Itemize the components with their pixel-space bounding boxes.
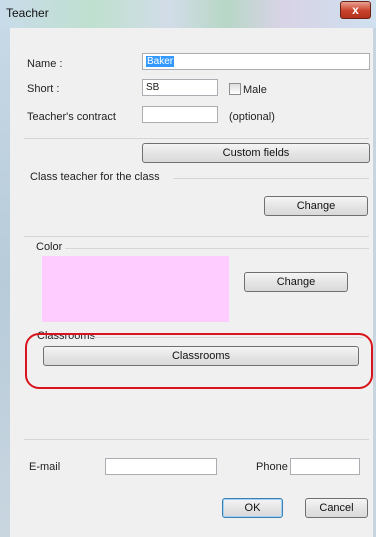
phone-label: Phone (256, 461, 288, 473)
class-teacher-title: Class teacher for the class (30, 171, 160, 183)
custom-fields-button[interactable]: Custom fields (142, 143, 370, 163)
color-change-button[interactable]: Change (244, 272, 348, 292)
contract-label: Teacher's contract (27, 111, 116, 123)
name-value: Baker (146, 56, 175, 67)
ok-button[interactable]: OK (222, 498, 283, 518)
dialog-body: Name : Baker Short : SB Male Teacher's c… (10, 28, 373, 537)
group-line (173, 178, 369, 179)
email-label: E-mail (29, 461, 61, 473)
color-title: Color (36, 241, 63, 253)
male-checkbox[interactable] (229, 83, 241, 95)
phone-field[interactable] (290, 458, 360, 475)
window-title: Teacher (6, 6, 49, 20)
separator (24, 138, 369, 139)
group-line (65, 248, 369, 249)
red-highlight-annotation (25, 333, 373, 389)
class-teacher-change-button[interactable]: Change (264, 196, 368, 216)
name-label: Name : (27, 58, 63, 70)
cancel-button[interactable]: Cancel (305, 498, 368, 518)
separator (24, 439, 369, 440)
close-button[interactable]: x (340, 1, 371, 19)
color-swatch[interactable] (42, 256, 229, 322)
email-field[interactable] (105, 458, 217, 475)
close-icon: x (352, 3, 359, 17)
contract-field[interactable] (142, 106, 218, 123)
title-bar[interactable]: Teacher x (0, 0, 376, 28)
short-label: Short : (27, 83, 60, 95)
short-field[interactable]: SB (142, 79, 218, 96)
window-frame-left (0, 28, 10, 537)
separator (24, 236, 369, 237)
name-field[interactable]: Baker (142, 53, 370, 70)
optional-label: (optional) (229, 111, 275, 123)
male-label: Male (243, 84, 267, 96)
